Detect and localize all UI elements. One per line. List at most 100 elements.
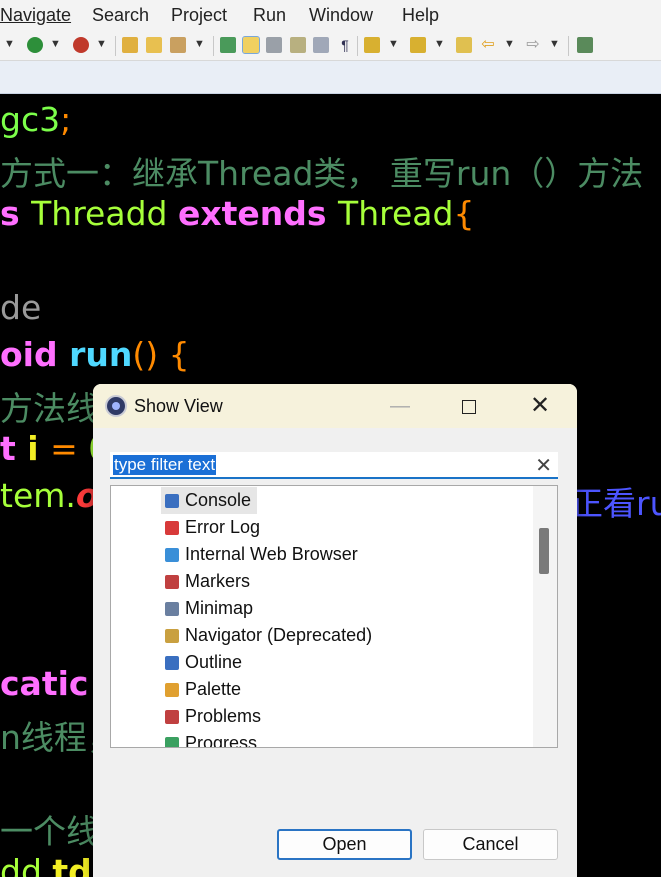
palette-icon	[165, 683, 179, 697]
next-annotation-icon[interactable]	[364, 37, 380, 53]
block-select-icon[interactable]	[290, 37, 306, 53]
open-type-icon[interactable]	[122, 37, 138, 53]
globe-icon	[165, 548, 179, 562]
code-token: i	[27, 429, 51, 468]
error-log-icon	[165, 521, 179, 535]
menu-navigate[interactable]: Navigate	[0, 5, 71, 26]
code-token: oid	[0, 335, 70, 374]
highlight-icon[interactable]	[242, 36, 260, 54]
menu-project[interactable]: Project	[171, 5, 227, 26]
annotation-icon[interactable]	[220, 37, 236, 53]
view-list[interactable]: Console Error Log Internal Web Browser Mark…	[110, 485, 558, 748]
code-token: {	[453, 194, 475, 233]
open-folder-icon[interactable]	[146, 37, 162, 53]
search-icon[interactable]	[170, 37, 186, 53]
code-line: tem.o	[0, 476, 99, 515]
navigator-icon	[165, 629, 179, 643]
scrollbar[interactable]	[533, 486, 557, 747]
external-tools-icon[interactable]	[73, 37, 89, 53]
show-whitespace-icon[interactable]	[313, 37, 329, 53]
forward-icon[interactable]: ⇨	[525, 37, 541, 53]
scrollbar-thumb[interactable]	[539, 528, 549, 574]
chevron-down-icon[interactable]: ▼	[549, 38, 560, 50]
chevron-down-icon[interactable]: ▼	[50, 38, 61, 50]
list-item-label: Minimap	[185, 598, 254, 618]
filter-input-text: type filter text	[113, 455, 217, 475]
menu-run[interactable]: Run	[253, 5, 286, 26]
chevron-down-icon[interactable]: ▼	[194, 38, 205, 50]
previous-annotation-icon[interactable]	[410, 37, 426, 53]
pin-editor-icon[interactable]	[577, 37, 593, 53]
chevron-down-icon[interactable]: ▼	[504, 38, 515, 50]
list-item-label: Console	[185, 490, 252, 510]
outline-icon	[165, 656, 179, 670]
run-icon[interactable]	[27, 37, 43, 53]
list-item[interactable]: Console	[161, 487, 258, 514]
code-line: oid run() {	[0, 335, 190, 374]
cancel-button[interactable]: Cancel	[423, 829, 558, 860]
list-item[interactable]: Markers	[161, 568, 250, 595]
code-token: de	[0, 288, 42, 327]
menu-bar: Navigate Search Project Run Window Help	[0, 0, 661, 30]
chevron-down-icon[interactable]: ▼	[96, 38, 107, 50]
list-item[interactable]: Palette	[161, 676, 241, 703]
back-icon[interactable]: ⇦	[480, 37, 496, 53]
code-token: extends	[177, 194, 339, 233]
list-item-label: Navigator (Deprecated)	[185, 625, 373, 645]
list-item-label: Markers	[185, 571, 251, 591]
menu-help[interactable]: Help	[402, 5, 439, 26]
list-item[interactable]: Problems	[161, 703, 261, 730]
code-token: 一个线	[0, 812, 99, 851]
list-item-label: Internal Web Browser	[185, 544, 358, 564]
code-token: dd	[0, 852, 53, 877]
toolbar: ▼ ▼ ▼ ▼ ¶ ▼ ▼ ⇦ ▼ ⇨ ▼	[0, 30, 661, 61]
menu-search[interactable]: Search	[92, 5, 149, 26]
list-item-label: Problems	[185, 706, 262, 726]
list-item-label: Error Log	[185, 517, 261, 537]
toolbar-separator	[213, 36, 214, 56]
list-item[interactable]: Navigator (Deprecated)	[161, 622, 372, 649]
word-wrap-icon[interactable]	[266, 37, 282, 53]
chevron-down-icon[interactable]: ▼	[434, 38, 445, 50]
paragraph-icon[interactable]: ¶	[337, 37, 353, 53]
toolbar-separator	[115, 36, 116, 56]
show-view-dialog: Show View — ✕ type filter text ✕ Console…	[93, 384, 577, 877]
code-token: run	[69, 335, 133, 374]
maximize-icon	[462, 399, 476, 414]
toolbar-separator	[357, 36, 358, 56]
code-token: Threadd	[31, 194, 178, 233]
code-line: 方法线	[0, 382, 99, 430]
progress-icon	[165, 737, 179, 747]
filter-input[interactable]: type filter text ✕	[110, 452, 558, 479]
markers-icon	[165, 575, 179, 589]
code-line: 方式一：继承Thread类， 重写run（）方法	[0, 147, 643, 195]
chevron-down-icon[interactable]: ▼	[388, 38, 399, 50]
dialog-titlebar[interactable]: Show View — ✕	[93, 384, 577, 428]
list-item[interactable]: Progress	[161, 730, 258, 748]
minimize-button[interactable]: —	[373, 384, 427, 428]
toolbar-separator	[568, 36, 569, 56]
code-fragment-right: 正看ru	[570, 484, 661, 523]
editor-tab-strip	[0, 61, 661, 94]
list-item[interactable]: Minimap	[161, 595, 253, 622]
chevron-down-icon[interactable]: ▼	[4, 38, 15, 50]
code-line: gc3;	[0, 100, 71, 139]
last-edit-icon[interactable]	[456, 37, 472, 53]
maximize-button[interactable]	[442, 384, 496, 428]
close-button[interactable]: ✕	[513, 384, 567, 428]
code-line: de	[0, 288, 41, 327]
code-token: 方法线	[0, 389, 99, 428]
code-token: ;	[60, 100, 72, 139]
code-token: gc3	[0, 100, 61, 139]
list-item[interactable]: Internal Web Browser	[161, 541, 358, 568]
list-item[interactable]: Error Log	[161, 514, 260, 541]
code-token: Thread	[338, 194, 454, 233]
open-button-label: Open	[322, 834, 367, 854]
open-button[interactable]: Open	[277, 829, 412, 860]
clear-icon[interactable]: ✕	[535, 453, 552, 478]
code-token: 方式一：继承Thread类， 重写run（）方法	[0, 154, 644, 193]
menu-window[interactable]: Window	[309, 5, 373, 26]
list-item[interactable]: Outline	[161, 649, 242, 676]
list-item-label: Progress	[185, 733, 258, 748]
code-token: tem.	[0, 476, 76, 515]
